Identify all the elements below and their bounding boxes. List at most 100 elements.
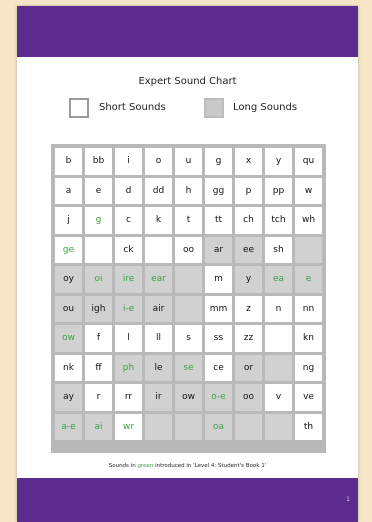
sound-cell: n bbox=[265, 295, 292, 322]
sound-cell: i-e bbox=[115, 295, 142, 322]
sound-cell: e bbox=[295, 266, 322, 293]
sound-cell: or bbox=[235, 354, 262, 381]
sound-cell: nn bbox=[295, 295, 322, 322]
sound-cell: tt bbox=[205, 207, 232, 234]
sound-cell: a-e bbox=[55, 413, 82, 440]
sound-cell bbox=[295, 236, 322, 263]
sound-cell: l bbox=[115, 325, 142, 352]
sound-cell: t bbox=[175, 207, 202, 234]
page-number: 1 bbox=[346, 496, 350, 503]
sound-cell: ng bbox=[295, 354, 322, 381]
sound-cell: ph bbox=[115, 354, 142, 381]
sound-cell: nk bbox=[55, 354, 82, 381]
footnote-green-word: green bbox=[137, 463, 154, 469]
sound-grid: b bb i o u g x y qu a e d dd h gg p pp w j g c k t tt ch tch wh ge c… bbox=[51, 144, 326, 453]
sound-cell: ire bbox=[115, 266, 142, 293]
sound-cell: air bbox=[145, 295, 172, 322]
sound-cell: d bbox=[115, 177, 142, 204]
long-sounds-swatch bbox=[204, 98, 224, 118]
sound-cell: wh bbox=[295, 207, 322, 234]
sound-cell: x bbox=[235, 148, 262, 175]
sound-cell: g bbox=[205, 148, 232, 175]
sound-cell: b bbox=[55, 148, 82, 175]
page: Expert Sound Chart Short Sounds Long Sou… bbox=[17, 6, 358, 522]
chart-title: Expert Sound Chart bbox=[138, 76, 237, 87]
sound-cell: zz bbox=[235, 325, 262, 352]
sound-cell: tch bbox=[265, 207, 292, 234]
footnote-pre: Sounds in bbox=[108, 463, 138, 469]
sound-cell: e bbox=[85, 177, 112, 204]
long-sounds-label: Long Sounds bbox=[233, 102, 298, 113]
sound-cell: ge bbox=[55, 236, 82, 263]
top-banner bbox=[17, 6, 358, 57]
sound-cell: h bbox=[175, 177, 202, 204]
sound-cell: i bbox=[115, 148, 142, 175]
sound-cell: th bbox=[295, 413, 322, 440]
sound-cell: a bbox=[55, 177, 82, 204]
sound-cell: c bbox=[115, 207, 142, 234]
sound-cell: qu bbox=[295, 148, 322, 175]
sound-cell: ck bbox=[115, 236, 142, 263]
sound-cell: u bbox=[175, 148, 202, 175]
sound-cell: oo bbox=[175, 236, 202, 263]
sound-cell: sh bbox=[265, 236, 292, 263]
sound-cell: ff bbox=[85, 354, 112, 381]
sound-cell: dd bbox=[145, 177, 172, 204]
sound-cell: oi bbox=[85, 266, 112, 293]
short-sounds-label: Short Sounds bbox=[99, 102, 166, 113]
sound-cell bbox=[85, 236, 112, 263]
sound-cell bbox=[265, 413, 292, 440]
sound-cell: v bbox=[265, 384, 292, 411]
sound-cell: bb bbox=[85, 148, 112, 175]
sound-cell: mm bbox=[205, 295, 232, 322]
sound-cell: k bbox=[145, 207, 172, 234]
sound-cell: gg bbox=[205, 177, 232, 204]
sound-cell: o bbox=[145, 148, 172, 175]
sound-cell: oo bbox=[235, 384, 262, 411]
sound-cell: se bbox=[175, 354, 202, 381]
sound-cell: ai bbox=[85, 413, 112, 440]
sound-cell bbox=[175, 413, 202, 440]
sound-cell: le bbox=[145, 354, 172, 381]
sound-cell: ss bbox=[205, 325, 232, 352]
bottom-banner: 1 bbox=[17, 478, 358, 522]
sound-cell bbox=[175, 295, 202, 322]
sound-cell: y bbox=[265, 148, 292, 175]
footnote-post: introduced in 'Level 4: Student's Book 1… bbox=[153, 463, 267, 469]
sound-cell bbox=[235, 413, 262, 440]
footnote: Sounds in green introduced in 'Level 4: … bbox=[17, 463, 358, 469]
sound-cell bbox=[145, 236, 172, 263]
sound-cell bbox=[265, 354, 292, 381]
sound-cell: ch bbox=[235, 207, 262, 234]
sound-cell: z bbox=[235, 295, 262, 322]
sound-cell: s bbox=[175, 325, 202, 352]
sound-cell: ve bbox=[295, 384, 322, 411]
sound-cell: ow bbox=[175, 384, 202, 411]
sound-cell: ll bbox=[145, 325, 172, 352]
sound-cell: wr bbox=[115, 413, 142, 440]
sound-cell: w bbox=[295, 177, 322, 204]
sound-cell bbox=[175, 266, 202, 293]
sound-cell: ea bbox=[265, 266, 292, 293]
sound-cell: r bbox=[85, 384, 112, 411]
sound-cell bbox=[265, 325, 292, 352]
sound-cell: ce bbox=[205, 354, 232, 381]
sound-cell: ay bbox=[55, 384, 82, 411]
sound-cell: m bbox=[205, 266, 232, 293]
sound-cell: ee bbox=[235, 236, 262, 263]
sound-cell: g bbox=[85, 207, 112, 234]
sound-cell: igh bbox=[85, 295, 112, 322]
sound-cell: oa bbox=[205, 413, 232, 440]
sound-cell: f bbox=[85, 325, 112, 352]
sound-cell: oy bbox=[55, 266, 82, 293]
sound-cell: ar bbox=[205, 236, 232, 263]
sound-cell: p bbox=[235, 177, 262, 204]
sound-cell: kn bbox=[295, 325, 322, 352]
sound-cell: ear bbox=[145, 266, 172, 293]
sound-cell: ir bbox=[145, 384, 172, 411]
sound-cell bbox=[145, 413, 172, 440]
sound-cell: ow bbox=[55, 325, 82, 352]
short-sounds-swatch bbox=[69, 98, 89, 118]
sound-cell: rr bbox=[115, 384, 142, 411]
sound-cell: ou bbox=[55, 295, 82, 322]
